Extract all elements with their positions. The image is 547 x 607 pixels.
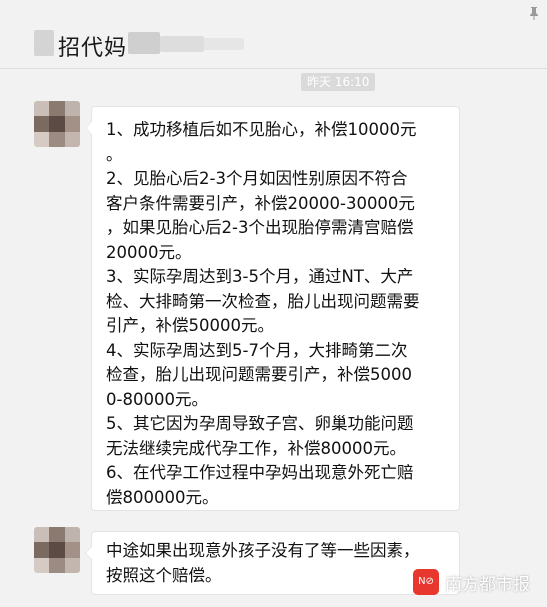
message-line: 3、实际孕周达到3-5个月，通过NT、大产 (106, 267, 414, 286)
message-line: 检、大排畸第一次检查，胎儿出现问题需要 (106, 291, 420, 311)
watermark-logo: N⊘ (413, 569, 439, 595)
watermark-text: 南方都市报 (445, 574, 530, 595)
contact-avatar[interactable] (34, 101, 80, 147)
chat-header: 招代妈 (0, 0, 547, 68)
message-line: 4、实际孕周达到5-7个月，大排畸第二次 (106, 340, 408, 360)
chat-title: 招代妈 (58, 36, 128, 61)
message-line: 2、见胎心后2-3个月如因性别原因不符合 (106, 169, 408, 188)
message-line: ，如果见胎心后2-3个出现胎停需清宫赔偿 (106, 218, 414, 237)
message-line: 中途如果出现意外孩子没有了等一些因素， (106, 541, 420, 560)
contact-avatar[interactable] (34, 527, 80, 573)
blurred-name-right (128, 32, 160, 54)
message-line: 1、成功移植后如不见胎心，补偿10000元 (106, 120, 417, 139)
message-line: 检查，胎儿出现问题需要引产，补偿5000 (106, 365, 412, 384)
message-line: 客户条件需要引产，补偿20000-30000元 (106, 193, 415, 213)
message-line: 无法继续完成代孕工作，补偿80000元。 (106, 438, 406, 458)
message-line: 偿800000元。 (106, 487, 219, 507)
message-line: 。 (106, 144, 123, 164)
header-divider (0, 68, 547, 69)
message-bubble-compensation-terms[interactable]: 1、成功移植后如不见胎心，补偿10000元 。 2、见胎心后2-3个月如因性别原… (85, 106, 460, 511)
message-line: 5、其它因为孕周导致子宫、卵巢功能问题 (106, 414, 414, 433)
message-line: 6、在代孕工作过程中孕妈出现意外死亡赔 (106, 463, 414, 482)
message-timestamp: 昨天 16:10 (301, 73, 376, 91)
blurred-name-left (34, 30, 54, 56)
message-line: 引产，补偿50000元。 (106, 316, 274, 335)
pin-icon[interactable] (528, 6, 540, 20)
message-line: 按照这个赔偿。 (106, 565, 222, 585)
blurred-name-right-2 (160, 36, 204, 52)
message-line: 20000元。 (106, 242, 192, 262)
message-line: 0-80000元。 (106, 389, 208, 409)
watermark: N⊘ 南方都市报 (413, 569, 530, 595)
blurred-name-right-3 (204, 38, 244, 50)
message-bubble-followup[interactable]: 中途如果出现意外孩子没有了等一些因素， 按照这个赔偿。 (85, 531, 460, 595)
